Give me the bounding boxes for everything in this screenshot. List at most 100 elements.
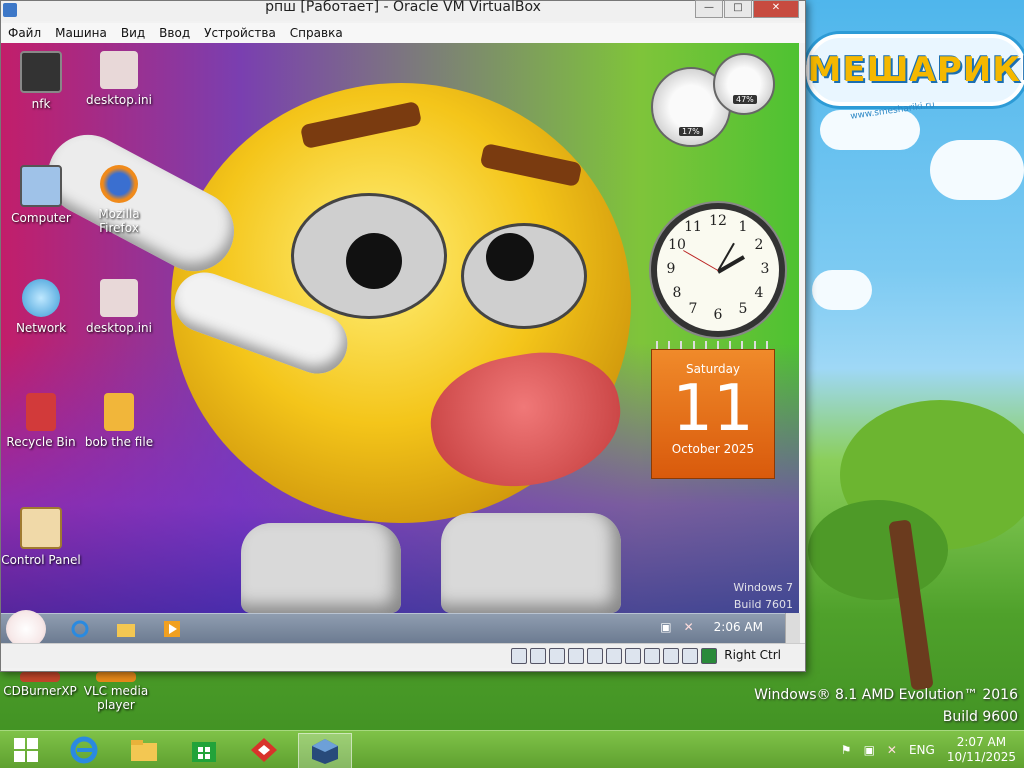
icon-label: Network <box>15 321 67 335</box>
guest-clock[interactable]: 2:06 AM <box>714 620 763 634</box>
desktop-icon-cdburnerxp[interactable]: CDBurnerXP <box>0 672 80 698</box>
guest-taskbar-explorer[interactable] <box>115 619 137 639</box>
cpu-status-icon[interactable] <box>663 648 679 664</box>
network-tray-icon[interactable]: ▣ <box>864 743 875 757</box>
guest-taskbar: ▣ ✕ 2:06 AM <box>1 610 799 648</box>
guest-icon-desktop-ini-2[interactable]: desktop.ini <box>79 279 159 335</box>
vlc-icon <box>96 672 136 682</box>
start-button[interactable] <box>0 733 52 767</box>
clock-gadget[interactable]: 12 1 2 3 4 5 6 7 8 9 10 11 <box>651 203 785 337</box>
audio-status-icon[interactable] <box>549 648 565 664</box>
menu-file[interactable]: Файл <box>1 26 48 40</box>
guest-icon-bob-the-file[interactable]: bob the file <box>79 393 159 449</box>
media-player-icon <box>164 621 180 637</box>
clock-number: 1 <box>738 219 748 235</box>
smiley-pupil <box>486 233 534 281</box>
guest-screen[interactable]: nfk desktop.ini Computer Mozilla Firefox… <box>1 43 799 613</box>
usb-status-icon[interactable] <box>587 648 603 664</box>
taskbar-virtualbox[interactable] <box>298 733 352 768</box>
icon-label: desktop.ini <box>86 321 152 335</box>
flag-icon[interactable]: ⚑ <box>841 743 852 757</box>
memory-meter-gadget[interactable]: 47% <box>713 53 775 115</box>
guest-taskbar-media[interactable] <box>161 619 183 639</box>
menu-help[interactable]: Справка <box>283 26 350 40</box>
mouse-integration-icon[interactable] <box>682 648 698 664</box>
window-controls: — □ ✕ <box>694 0 799 18</box>
taskbar-ie[interactable] <box>58 733 110 767</box>
guest-icon-nfk[interactable]: nfk <box>1 51 81 111</box>
calendar-gadget[interactable]: Saturday 11 October 2025 <box>651 349 775 479</box>
guest-tray: ▣ ✕ 2:06 AM <box>654 620 769 634</box>
menu-input[interactable]: Ввод <box>152 26 197 40</box>
taskbar-security[interactable] <box>238 733 290 767</box>
scrollbar[interactable] <box>785 613 800 643</box>
memory-value: 47% <box>733 95 757 104</box>
taskbar-explorer[interactable] <box>118 733 170 767</box>
watermark-line: Windows 7 <box>733 581 793 594</box>
maximize-button[interactable]: □ <box>724 0 752 18</box>
network-tray-icon[interactable]: ▣ <box>660 620 671 634</box>
shared-folders-icon[interactable] <box>606 648 622 664</box>
guest-icon-desktop-ini[interactable]: desktop.ini <box>79 51 159 107</box>
calendar-day: 11 <box>672 372 754 446</box>
security-icon <box>251 738 277 762</box>
host-watermark: Windows® 8.1 AMD Evolution™ 2016 Build 9… <box>754 684 1018 728</box>
recording-status-icon[interactable] <box>644 648 660 664</box>
guest-taskbar-ie[interactable] <box>69 619 91 639</box>
clock-number: 9 <box>666 261 676 277</box>
guest-icon-firefox[interactable]: Mozilla Firefox <box>79 165 159 235</box>
display-status-icon[interactable] <box>625 648 641 664</box>
menu-machine[interactable]: Машина <box>48 26 114 40</box>
virtualbox-icon <box>312 739 338 764</box>
clock-number: 4 <box>754 285 764 301</box>
status-bar: Right Ctrl <box>1 643 805 668</box>
icon-label: CDBurnerXP <box>3 684 77 698</box>
clock-number: 6 <box>713 307 723 323</box>
optical-drive-icon[interactable] <box>530 648 546 664</box>
desktop-icon-vlc[interactable]: VLC media player <box>76 672 156 712</box>
watermark-line: Build 7601 <box>733 598 793 611</box>
menu-view[interactable]: Вид <box>114 26 152 40</box>
hdd-status-icon[interactable] <box>511 648 527 664</box>
smiley-shoe <box>241 523 401 613</box>
clock-number: 2 <box>754 237 764 253</box>
host-key-label: Right Ctrl <box>724 648 781 662</box>
guest-icon-control-panel[interactable]: Control Panel <box>1 507 81 567</box>
cdburner-icon <box>20 672 60 682</box>
taskbar-store[interactable] <box>178 733 230 767</box>
host-tray: ⚑ ▣ ✕ ENG 2:07 AM 10/11/2025 <box>835 731 1024 768</box>
volume-muted-icon[interactable]: ✕ <box>887 743 897 757</box>
keyboard-capture-icon[interactable] <box>701 648 717 664</box>
watermark-line: Windows® 8.1 AMD Evolution™ 2016 <box>754 687 1018 703</box>
menu-bar: Файл Машина Вид Ввод Устройства Справка <box>1 23 805 43</box>
minimize-button[interactable]: — <box>695 0 723 18</box>
smiley-pupil <box>346 233 402 289</box>
watermark-line: Build 9600 <box>942 709 1018 725</box>
window-title: рпш [Работает] - Oracle VM VirtualBox <box>265 0 541 15</box>
menu-devices[interactable]: Устройства <box>197 26 283 40</box>
explorer-icon <box>117 624 135 637</box>
ie-icon <box>71 620 89 638</box>
smeshariki-logo: СМЕШАРИКИ <box>782 34 1024 106</box>
guest-icon-computer[interactable]: Computer <box>1 165 81 225</box>
host-time: 2:07 AM <box>956 735 1007 749</box>
network-status-icon[interactable] <box>568 648 584 664</box>
guest-icon-recycle-bin[interactable]: Recycle Bin <box>1 393 81 449</box>
ie-icon <box>70 736 98 764</box>
clock-number: 8 <box>672 285 682 301</box>
clock-number: 5 <box>738 301 748 317</box>
control-panel-icon <box>20 507 62 549</box>
smiley-shoe <box>441 513 621 613</box>
icon-label: Mozilla Firefox <box>98 207 140 235</box>
virtualbox-window: рпш [Работает] - Oracle VM VirtualBox — … <box>0 0 806 672</box>
ini-file-icon <box>100 279 138 317</box>
logo-text: СМЕШАРИКИ <box>781 50 1024 90</box>
language-indicator[interactable]: ENG <box>909 743 935 757</box>
computer-icon <box>20 165 62 207</box>
host-clock[interactable]: 2:07 AM 10/11/2025 <box>947 735 1016 765</box>
title-bar[interactable]: рпш [Работает] - Oracle VM VirtualBox — … <box>1 0 805 21</box>
close-button[interactable]: ✕ <box>753 0 799 18</box>
guest-icon-network[interactable]: Network <box>1 279 81 335</box>
volume-muted-icon[interactable]: ✕ <box>684 620 694 634</box>
icon-label: nfk <box>31 97 51 111</box>
